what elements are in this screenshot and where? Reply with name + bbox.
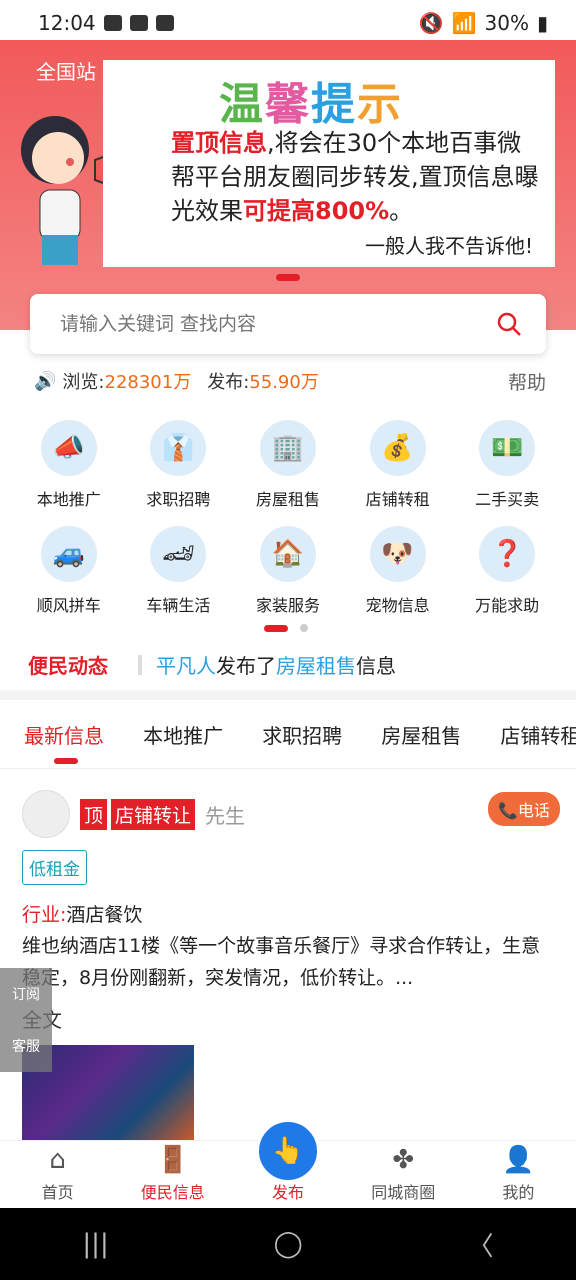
question-icon: ❓ [479, 526, 536, 582]
car-icon: 🚙 [40, 526, 97, 582]
tab-housing[interactable]: 房屋租售 [381, 700, 461, 749]
recents-icon[interactable]: ||| [82, 1229, 108, 1259]
nav-publish[interactable]: 👆 发布 [230, 1119, 345, 1209]
floating-actions: 订阅 客服 [0, 968, 52, 1072]
section-divider [0, 690, 576, 700]
post-description: 维也纳酒店11楼《等一个故事音乐餐厅》寻求合作转让，生意稳定，8月份刚翻新，突发… [22, 935, 541, 989]
back-icon[interactable]: 〈 [468, 1226, 494, 1263]
bottom-nav: ⌂ 首页 🚪 便民信息 👆 发布 ✤ 同城商圈 👤 我的 [0, 1119, 576, 1209]
promo-banner[interactable]: 全国站 温馨提示 置顶信息,将会在30个本地百事微帮平台朋友圈同步转发,置顶信息… [0, 40, 576, 330]
category-pager [264, 624, 308, 632]
divider [138, 654, 142, 675]
tab-shop-transfer[interactable]: 店铺转租 [500, 700, 576, 749]
banner-page-indicator [276, 274, 300, 281]
subscribe-button[interactable]: 订阅 [12, 984, 40, 1004]
category-item[interactable]: ❓ 万能求助 [452, 526, 562, 616]
pager-dot [300, 624, 308, 632]
top-badge: 顶 [80, 798, 108, 830]
category-item[interactable]: 💰 店铺转租 [343, 420, 453, 510]
views-count: 228301万 [104, 372, 192, 393]
tab-latest[interactable]: 最新信息 [24, 700, 104, 764]
search-icon[interactable] [496, 311, 522, 337]
user-icon: 👤 [502, 1145, 535, 1175]
nav-business[interactable]: ✤ 同城商圈 [346, 1141, 461, 1209]
category-item[interactable]: 🏎 车辆生活 [124, 526, 234, 616]
industry-line: 行业:酒店餐饮 [22, 904, 143, 926]
nav-info[interactable]: 🚪 便民信息 [115, 1141, 230, 1209]
building-icon: 🏢 [259, 420, 316, 476]
check-icon [155, 15, 174, 31]
home-icon: ⌂ [49, 1145, 66, 1175]
tab-jobs[interactable]: 求职招聘 [262, 700, 342, 749]
posts-count: 55.90万 [249, 372, 319, 393]
tab-local-promo[interactable]: 本地推广 [143, 700, 223, 749]
cloud-icon [129, 15, 148, 31]
nav-mine[interactable]: 👤 我的 [461, 1141, 576, 1209]
notice-sign: 一般人我不告诉他! [364, 234, 533, 258]
news-ticker[interactable]: 便民动态 平凡人 发布了 房屋租售 信息 [28, 650, 558, 679]
door-icon: 🚪 [156, 1145, 189, 1175]
notice-title: 温馨提示 [219, 79, 403, 130]
speaker-icon: 🔊 [34, 370, 57, 392]
post-header: 顶 店铺转让 先生 [22, 790, 245, 838]
news-user: 平凡人 [156, 654, 216, 678]
category-item[interactable]: 💵 二手买卖 [452, 420, 562, 510]
grid-icon: ✤ [392, 1145, 415, 1175]
notice-card: 温馨提示 置顶信息,将会在30个本地百事微帮平台朋友圈同步转发,置顶信息曝光效果… [103, 60, 555, 267]
clock: 12:04 [38, 11, 96, 35]
house-icon: 🏠 [259, 526, 316, 582]
category-item[interactable]: 👔 求职招聘 [124, 420, 234, 510]
battery-icon: ▮ [536, 11, 548, 35]
city-selector[interactable]: 全国站 [36, 56, 96, 85]
category-item[interactable]: 🐶 宠物信息 [343, 526, 453, 616]
help-link[interactable]: 帮助 [508, 368, 546, 395]
avatar[interactable] [22, 790, 70, 838]
money-bag-icon: 💰 [369, 420, 426, 476]
tap-icon[interactable]: 👆 [256, 1119, 320, 1183]
category-item[interactable]: 🏠 家装服务 [233, 526, 343, 616]
search-bar[interactable] [30, 294, 546, 354]
home-button-icon[interactable]: ◯ [274, 1229, 303, 1259]
pager-dot-active [264, 624, 288, 632]
post-category: 店铺转让 [111, 798, 196, 830]
system-nav-bar: ||| ◯ 〈 [0, 1208, 576, 1280]
notice-body: 置顶信息,将会在30个本地百事微帮平台朋友圈同步转发,置顶信息曝光效果可提高80… [171, 129, 539, 225]
mute-icon: 🔇 [418, 11, 444, 35]
wifi-icon: 📶 [451, 11, 477, 35]
gallery-icon [103, 15, 122, 31]
call-button[interactable]: 📞电话 [488, 792, 560, 826]
stats-row: 🔊 浏览: 228301万 发布: 55.90万 帮助 [34, 368, 546, 395]
category-item[interactable]: 📣 本地推广 [14, 420, 124, 510]
category-grid: 📣 本地推广 👔 求职招聘 🏢 房屋租售 💰 店铺转租 💵 二手买卖 🚙 顺风拼车 🏎 车辆生… [14, 420, 562, 616]
nav-home[interactable]: ⌂ 首页 [0, 1141, 115, 1209]
sports-car-icon: 🏎 [150, 526, 207, 582]
news-tag: 便民动态 [28, 654, 108, 678]
feature-badge: 低租金 [22, 850, 87, 885]
customer-service-button[interactable]: 客服 [12, 1036, 40, 1056]
poster-name: 先生 [205, 803, 246, 828]
news-category: 房屋租售 [276, 654, 356, 678]
dog-icon: 🐶 [369, 526, 426, 582]
megaphone-icon: 📣 [40, 420, 97, 476]
trade-icon: 💵 [479, 420, 536, 476]
job-icon: 👔 [150, 420, 207, 476]
category-item[interactable]: 🚙 顺风拼车 [14, 526, 124, 616]
category-item[interactable]: 🏢 房屋租售 [233, 420, 343, 510]
category-tabs: 最新信息 本地推广 求职招聘 房屋租售 店铺转租 [0, 700, 576, 769]
battery-level: 30% [484, 11, 529, 35]
search-input[interactable] [58, 312, 462, 336]
